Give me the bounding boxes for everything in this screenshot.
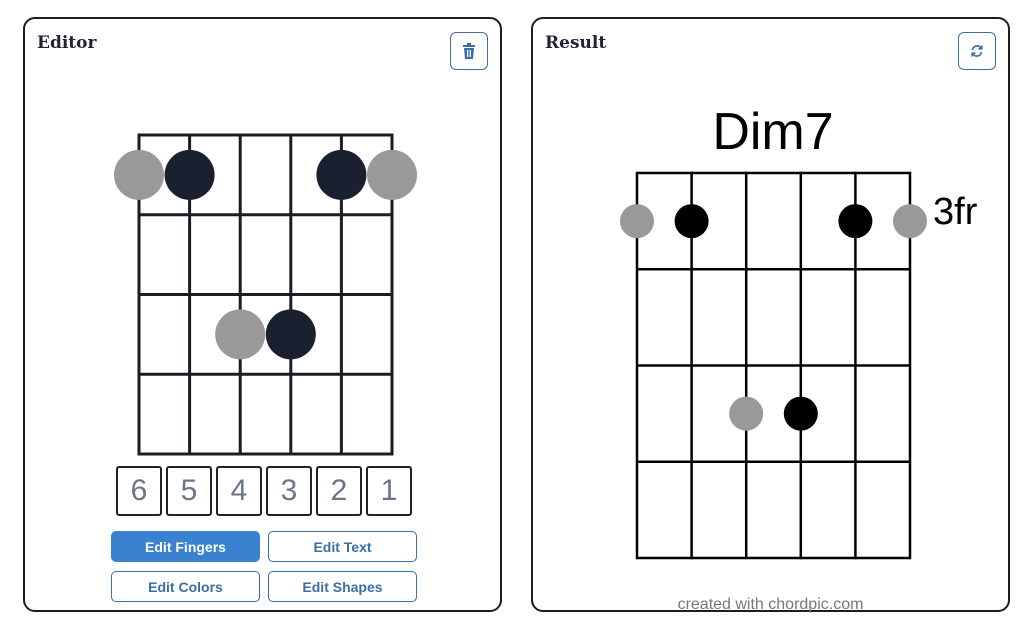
result-panel: Result Dim7 3fr created with chordpic.co… (531, 17, 1010, 613)
finger-dot (620, 204, 654, 239)
editor-fretboard[interactable] (25, 19, 504, 614)
edit-text-button[interactable]: Edit Text (268, 531, 417, 562)
finger-dot[interactable] (265, 309, 316, 360)
finger-dot[interactable] (316, 149, 367, 200)
chord-name: Dim7 (712, 103, 833, 161)
string-label-5[interactable]: 5 (166, 466, 212, 516)
string-label-1[interactable]: 1 (366, 466, 412, 516)
chord-diagram: Dim7 3fr (620, 103, 978, 560)
edit-colors-button[interactable]: Edit Colors (111, 571, 260, 602)
fret-label: 3fr (933, 191, 978, 233)
finger-dot[interactable] (114, 149, 164, 200)
edit-shapes-button[interactable]: Edit Shapes (268, 571, 417, 602)
finger-dot (729, 396, 764, 431)
string-label-2[interactable]: 2 (316, 466, 362, 516)
editor-panel: Editor 654321 Edit Fingers Edit Text Edi… (23, 17, 502, 612)
credit-text: created with chordpic.com (677, 596, 864, 613)
string-label-3[interactable]: 3 (266, 466, 312, 516)
edit-fingers-button[interactable]: Edit Fingers (111, 531, 260, 562)
finger-dot (674, 204, 709, 239)
string-label-6[interactable]: 6 (116, 466, 162, 516)
finger-dot[interactable] (164, 149, 215, 200)
finger-dot[interactable] (215, 309, 266, 360)
finger-dot (838, 204, 873, 239)
string-label-4[interactable]: 4 (216, 466, 262, 516)
finger-dot (893, 204, 927, 239)
finger-dot (783, 396, 818, 431)
finger-dot[interactable] (367, 149, 417, 200)
